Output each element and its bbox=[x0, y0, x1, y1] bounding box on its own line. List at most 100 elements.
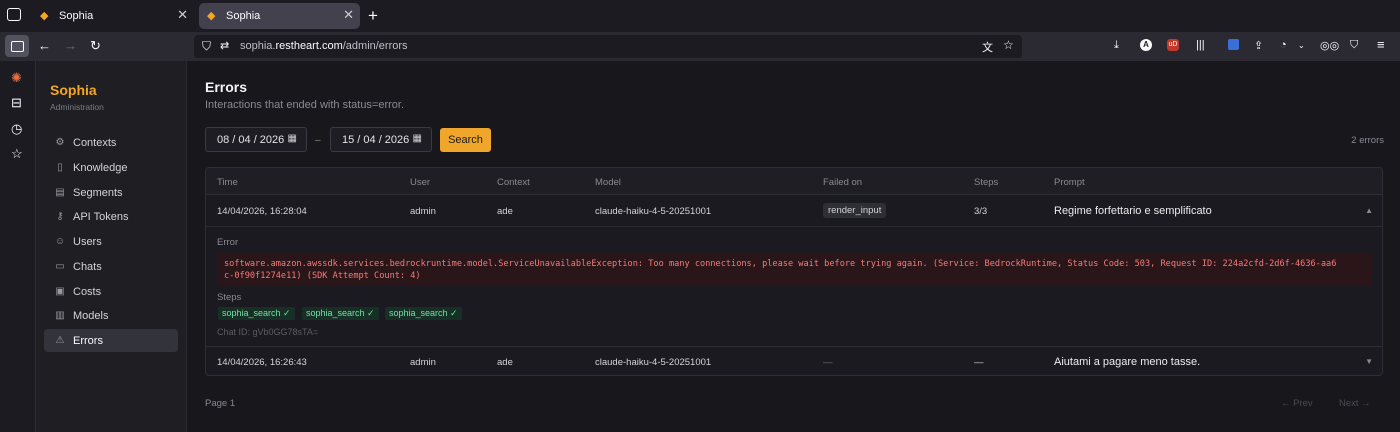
nav-item-errors[interactable]: ⚠ Errors bbox=[44, 329, 178, 352]
error-message: software.amazon.awssdk.services.bedrockr… bbox=[217, 253, 1372, 286]
gear-icon: ⚙ bbox=[55, 137, 65, 148]
menu-icon[interactable]: ≡ bbox=[1377, 37, 1385, 52]
date-from-value: 08 / 04 / 2026 bbox=[217, 134, 285, 146]
date-range-dash: – bbox=[315, 135, 321, 146]
url-text: sophia.restheart.com/admin/errors bbox=[240, 40, 408, 52]
browser-nav-bar: ← → ↻ ⛉ ⇄ sophia.restheart.com/admin/err… bbox=[0, 32, 1400, 61]
nav-label: Errors bbox=[73, 334, 103, 347]
history-icon[interactable]: ◷ bbox=[11, 121, 22, 137]
nav-item-segments[interactable]: ▤ Segments bbox=[44, 181, 178, 204]
next-page-button[interactable]: Next → bbox=[1339, 398, 1371, 409]
account-icon[interactable]: A bbox=[1140, 39, 1152, 51]
chevron-up-icon[interactable]: ▲ bbox=[1365, 206, 1373, 215]
step-badge: sophia_search ✓ bbox=[302, 307, 379, 320]
forward-icon[interactable]: → bbox=[64, 38, 77, 53]
browser-tab-2-active[interactable]: ◆ Sophia ✕ bbox=[199, 3, 360, 29]
download-icon[interactable]: ⤓ bbox=[1114, 39, 1119, 52]
chat-icon: ▭ bbox=[55, 261, 65, 272]
column-header: Prompt bbox=[1054, 177, 1085, 188]
shield-icon[interactable]: ⛉ bbox=[202, 39, 211, 54]
nav-item-knowledge[interactable]: ▯ Knowledge bbox=[44, 156, 178, 179]
cell-failed-on: — bbox=[823, 357, 833, 368]
error-label: Error bbox=[217, 237, 239, 248]
new-tab-button[interactable]: + bbox=[368, 6, 378, 26]
extension-icon[interactable] bbox=[1228, 39, 1239, 50]
table-row[interactable]: 14/04/2026, 16:28:04 admin ade claude-ha… bbox=[206, 196, 1382, 226]
column-header: Context bbox=[497, 177, 530, 188]
glasses-icon[interactable]: ◎◎ bbox=[1320, 39, 1339, 52]
shield-extension-icon[interactable]: ⛉ bbox=[1350, 39, 1358, 52]
column-header: Failed on bbox=[823, 177, 863, 188]
browser-tab-bar: ◆ Sophia ✕ ◆ Sophia ✕ + bbox=[0, 0, 1400, 32]
prev-page-button[interactable]: ← Prev bbox=[1281, 398, 1313, 409]
calendar-icon[interactable]: ▦ bbox=[288, 133, 297, 144]
nav-label: Models bbox=[73, 309, 109, 322]
nav-label: Knowledge bbox=[73, 161, 128, 174]
gauge-icon[interactable]: ◔ bbox=[1280, 39, 1287, 51]
sophia-favicon-icon: ◆ bbox=[207, 10, 216, 22]
step-badge: sophia_search ✓ bbox=[218, 307, 295, 320]
close-tab-icon[interactable]: ✕ bbox=[177, 7, 188, 23]
back-icon[interactable]: ← bbox=[38, 38, 51, 53]
browser-tab-1[interactable]: ◆ Sophia ✕ bbox=[32, 3, 194, 29]
share-icon[interactable]: ⇪ bbox=[1254, 39, 1263, 52]
chat-id: Chat ID: gVb0GG78sTA= bbox=[217, 327, 319, 337]
nav-label: Chats bbox=[73, 260, 102, 273]
app-sidebar: Sophia Administration ⚙ Contexts ▯ Knowl… bbox=[36, 61, 187, 432]
cell-time: 14/04/2026, 16:26:43 bbox=[217, 357, 307, 368]
sidebar-toggle-button[interactable] bbox=[5, 35, 29, 57]
step-badge: sophia_search ✓ bbox=[385, 307, 462, 320]
bookmark-star-icon[interactable]: ☆ bbox=[1003, 38, 1014, 52]
permissions-icon[interactable]: ⇄ bbox=[220, 39, 229, 52]
row-details: Error software.amazon.awssdk.services.be… bbox=[206, 226, 1382, 346]
close-tab-icon[interactable]: ✕ bbox=[343, 7, 354, 23]
ai-chat-icon[interactable]: ✺ bbox=[11, 70, 22, 86]
search-button[interactable]: Search bbox=[440, 128, 491, 152]
errors-table: Time User Context Model Failed on Steps … bbox=[205, 167, 1383, 376]
tab-title: Sophia bbox=[226, 10, 261, 22]
nav-item-api-tokens[interactable]: ⚷ API Tokens bbox=[44, 205, 178, 228]
nav-label: Users bbox=[73, 235, 102, 248]
bookmarks-icon[interactable]: ☆ bbox=[11, 146, 23, 162]
chevron-down-icon[interactable]: ▼ bbox=[1365, 357, 1373, 366]
translate-icon[interactable]: 文 bbox=[982, 39, 993, 55]
dollar-icon: ▣ bbox=[55, 286, 65, 297]
cell-model: claude-haiku-4-5-20251001 bbox=[595, 357, 712, 368]
cell-model: claude-haiku-4-5-20251001 bbox=[595, 206, 712, 217]
cell-user: admin bbox=[410, 206, 436, 217]
date-to-input[interactable]: 15 / 04 / 2026 ▦ bbox=[330, 127, 432, 152]
nav-item-users[interactable]: ☺ Users bbox=[44, 230, 178, 253]
library-icon[interactable]: ||| bbox=[1196, 39, 1205, 51]
users-icon: ☺ bbox=[54, 236, 66, 247]
error-count: 2 errors bbox=[1351, 135, 1384, 146]
calendar-icon[interactable]: ▦ bbox=[413, 133, 422, 144]
cell-user: admin bbox=[410, 357, 436, 368]
table-row[interactable]: 14/04/2026, 16:26:43 admin ade claude-ha… bbox=[206, 346, 1382, 375]
nav-item-models[interactable]: ▥ Models bbox=[44, 304, 178, 327]
nav-label: Costs bbox=[73, 285, 102, 298]
cell-time: 14/04/2026, 16:28:04 bbox=[217, 206, 307, 217]
chevron-down-icon[interactable]: ⌄ bbox=[1298, 41, 1305, 50]
cell-prompt: Aiutami a pagare meno tasse. bbox=[1054, 356, 1201, 368]
url-bar[interactable]: ⛉ ⇄ sophia.restheart.com/admin/errors 文 … bbox=[194, 35, 1022, 58]
cell-context: ade bbox=[497, 357, 513, 368]
browser-sidebar: ✺ ⊟ ◷ ☆ bbox=[0, 61, 36, 432]
app-brand: Sophia bbox=[50, 82, 97, 98]
cell-steps: 3/3 bbox=[974, 206, 988, 217]
synced-tabs-icon[interactable]: ⊟ bbox=[11, 95, 22, 111]
reload-icon[interactable]: ↻ bbox=[90, 38, 101, 54]
ublock-icon[interactable]: uD bbox=[1167, 39, 1179, 51]
book-icon: ▯ bbox=[57, 162, 63, 173]
steps-label: Steps bbox=[217, 292, 242, 303]
cell-prompt: Regime forfettario e semplificato bbox=[1054, 205, 1212, 217]
cell-context: ade bbox=[497, 206, 513, 217]
column-header: Time bbox=[217, 177, 238, 188]
tab-list-icon[interactable] bbox=[7, 8, 21, 21]
nav-label: Segments bbox=[73, 186, 123, 199]
column-header: Model bbox=[595, 177, 621, 188]
nav-item-costs[interactable]: ▣ Costs bbox=[44, 280, 178, 303]
date-from-input[interactable]: 08 / 04 / 2026 ▦ bbox=[205, 127, 307, 152]
nav-item-chats[interactable]: ▭ Chats bbox=[44, 255, 178, 278]
bar-chart-icon: ▥ bbox=[55, 310, 65, 321]
nav-item-contexts[interactable]: ⚙ Contexts bbox=[44, 131, 178, 154]
